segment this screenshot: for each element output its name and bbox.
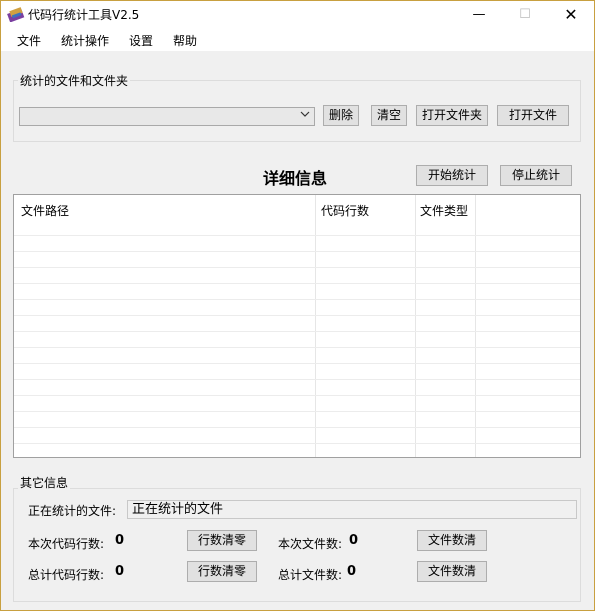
stop-button[interactable]: 停止统计 (500, 165, 572, 186)
total-files-value: 0 (347, 564, 357, 579)
row-divider (14, 443, 580, 444)
delete-button[interactable]: 删除 (323, 105, 359, 126)
minimize-button[interactable]: — (456, 1, 502, 28)
this-lines-value: 0 (115, 533, 125, 548)
this-lines-label: 本次代码行数: (28, 537, 105, 551)
row-divider (14, 251, 580, 252)
total-lines-label: 总计代码行数: (28, 568, 105, 582)
menu-help[interactable]: 帮助 (173, 32, 197, 49)
reset-total-lines-button[interactable]: 行数清零 (187, 561, 257, 582)
current-file-label: 正在统计的文件: (28, 504, 117, 518)
row-divider (14, 427, 580, 428)
row-divider (14, 379, 580, 380)
row-divider (14, 315, 580, 316)
reset-total-files-button[interactable]: 文件数清 (417, 561, 487, 582)
row-divider (14, 395, 580, 396)
row-divider (14, 267, 580, 268)
total-files-label: 总计文件数: (278, 568, 343, 582)
open-file-button[interactable]: 打开文件 (497, 105, 569, 126)
reset-this-files-button[interactable]: 文件数清 (417, 530, 487, 551)
column-header-type[interactable]: 文件类型 (420, 202, 468, 219)
close-button[interactable]: ✕ (548, 1, 594, 28)
path-combobox[interactable] (19, 107, 315, 126)
files-group-title: 统计的文件和文件夹 (18, 72, 131, 89)
row-divider (14, 283, 580, 284)
row-divider (14, 347, 580, 348)
main-content: 统计的文件和文件夹 删除 清空 打开文件夹 打开文件 详细信息 开始统计 停止统… (1, 51, 594, 610)
total-lines-value: 0 (115, 564, 125, 579)
menu-bar: 文件 统计操作 设置 帮助 (1, 28, 594, 51)
title-bar: 代码行统计工具V2.5 — ☐ ✕ (1, 1, 594, 28)
column-header-lines[interactable]: 代码行数 (321, 202, 369, 219)
row-divider (14, 411, 580, 412)
chevron-down-icon[interactable] (300, 109, 310, 122)
reset-this-lines-button[interactable]: 行数清零 (187, 530, 257, 551)
menu-file[interactable]: 文件 (17, 32, 41, 49)
row-divider (14, 363, 580, 364)
app-window: 代码行统计工具V2.5 — ☐ ✕ 文件 统计操作 设置 帮助 统计的文件和文件… (0, 0, 595, 611)
detail-table[interactable]: 文件路径 代码行数 文件类型 (13, 194, 581, 458)
row-divider (14, 331, 580, 332)
other-info-title: 其它信息 (18, 474, 71, 491)
this-files-label: 本次文件数: (278, 537, 343, 551)
column-header-path[interactable]: 文件路径 (21, 202, 69, 219)
maximize-button[interactable]: ☐ (502, 1, 548, 28)
open-folder-button[interactable]: 打开文件夹 (416, 105, 488, 126)
menu-stats[interactable]: 统计操作 (61, 32, 109, 49)
row-divider (14, 299, 580, 300)
this-files-value: 0 (349, 533, 359, 548)
row-divider (14, 235, 580, 236)
current-file-field: 正在统计的文件 (127, 500, 577, 519)
menu-settings[interactable]: 设置 (129, 32, 153, 49)
clear-button[interactable]: 清空 (371, 105, 407, 126)
app-icon (7, 6, 25, 23)
window-title: 代码行统计工具V2.5 (28, 8, 140, 22)
detail-title: 详细信息 (263, 169, 328, 188)
start-button[interactable]: 开始统计 (416, 165, 488, 186)
